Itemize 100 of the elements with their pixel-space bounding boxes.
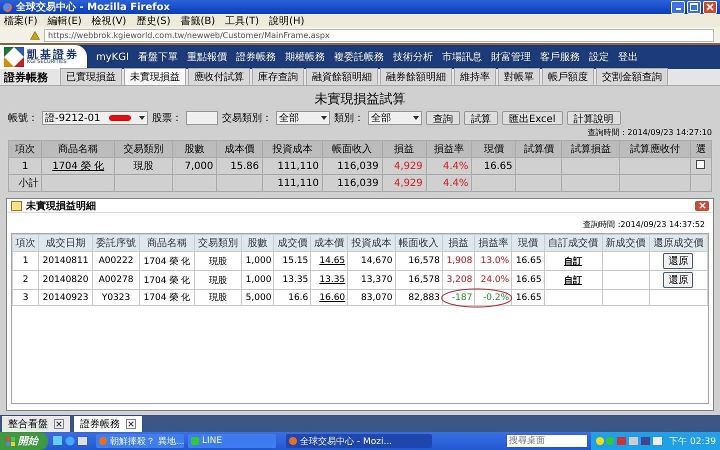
table-cell: 111,110 [262, 174, 322, 192]
profit-loss-value: 3,208 [446, 275, 472, 285]
column-header: 成交價 [274, 234, 311, 252]
close-icon[interactable] [54, 419, 64, 429]
caret-icon [321, 116, 327, 120]
table-cell: 16,578 [395, 270, 442, 290]
column-header: 股數 [242, 234, 274, 252]
table-cell: 7,000 [172, 158, 217, 174]
section-title: 證券帳務 [4, 70, 48, 84]
menu-item[interactable]: 編輯(E) [48, 14, 82, 28]
taskbar-button[interactable]: 全球交易中心 - Mozi... [286, 434, 432, 448]
nav-link[interactable]: 客戶服務 [540, 50, 580, 64]
field-label: 股票： [152, 112, 182, 125]
nav-link[interactable]: 期權帳務 [284, 50, 325, 64]
taskbar-button[interactable]: LINE [188, 434, 276, 448]
table-cell: 小計 [8, 174, 42, 192]
column-header: 股數 [172, 140, 217, 158]
tab[interactable]: 應收付試算 [188, 68, 250, 85]
action-button[interactable]: 匯出Excel [502, 111, 562, 125]
start-button[interactable]: 開始 [0, 432, 48, 450]
menu-item[interactable]: 書籤(B) [180, 14, 216, 28]
column-header: 交易類別 [194, 234, 242, 252]
table-cell: 116,039 [322, 158, 382, 174]
table-cell: 1,000 [242, 270, 274, 290]
url-field[interactable]: https://webbrok.kgieworld.com.tw/newweb/Customer/MainFrame.aspx [44, 28, 714, 42]
table-cell: 83,070 [348, 290, 396, 306]
menu-item[interactable]: 歷史(S) [136, 14, 170, 28]
column-header: 試算應收付 [620, 140, 690, 158]
maximize-button[interactable] [687, 0, 701, 14]
nav-link[interactable]: 市場訊息 [442, 50, 482, 64]
custom-link[interactable]: 自訂 [564, 256, 582, 266]
close-icon [706, 3, 714, 11]
browser-tab[interactable]: 整合看盤 [2, 416, 70, 432]
action-button[interactable]: 試算 [464, 111, 498, 125]
close-icon[interactable] [126, 419, 136, 429]
taskbar-button[interactable]: 朝鮮捧殺？ 異地... [96, 434, 184, 448]
table-cell: 4,929 [382, 174, 426, 192]
action-button[interactable]: 計算說明 [566, 111, 620, 125]
table-cell: 13.35 [274, 270, 311, 290]
table-cell: 20140820 [38, 270, 92, 290]
table-cell: 5,000 [242, 290, 274, 306]
tab[interactable]: 已實現損益 [60, 68, 122, 85]
column-header: 損益 [442, 234, 475, 252]
action-button[interactable]: 查詢 [426, 111, 460, 125]
table-cell: Y0323 [92, 290, 140, 306]
query-time: 查詢時間 :2014/09/23 14:37:52 [582, 219, 706, 231]
clock: 下午 02:39 [669, 436, 716, 448]
nav-link[interactable]: myKGI [96, 52, 129, 62]
nav-link[interactable]: 登出 [618, 50, 638, 64]
column-header: 選 [690, 140, 712, 158]
table-cell: 1704 榮 化 [140, 290, 194, 306]
browser-logo-icon [3, 2, 12, 12]
table-cell: 82,883 [395, 290, 442, 306]
field-label: 交易類別： [222, 112, 272, 125]
minimize-button[interactable] [671, 0, 685, 14]
column-header: 還原成交價 [649, 234, 708, 252]
nav-link[interactable]: 看盤下單 [138, 50, 178, 64]
table-cell: 4.4% [426, 174, 472, 192]
tab[interactable]: 融券餘額明細 [380, 68, 452, 85]
column-header: 帳面收入 [395, 234, 442, 252]
tab[interactable]: 對帳單 [498, 68, 540, 85]
close-button[interactable] [703, 0, 717, 14]
menu-item[interactable]: 說明(H) [269, 14, 304, 28]
tab[interactable]: 庫存查詢 [252, 68, 304, 85]
nav-link[interactable]: 財富管理 [490, 50, 531, 64]
table-cell: 1,000 [242, 252, 274, 270]
table-cell: 16.6 [274, 290, 311, 306]
table-cell: 24.0% [474, 270, 512, 290]
nav-link[interactable]: 技術分析 [392, 50, 433, 64]
table-cell: 1704 榮 化 [140, 270, 194, 290]
close-button[interactable] [695, 200, 709, 210]
window-title: 全球交易中心 - Mozilla Firefox [16, 0, 171, 14]
tab[interactable]: 交割金額查詢 [596, 68, 668, 85]
tab[interactable]: 未實現損益 [124, 68, 186, 85]
restore-button[interactable]: 還原 [663, 272, 694, 288]
restore-button[interactable]: 還原 [663, 253, 694, 269]
table-cell: 3 [12, 290, 39, 306]
account-dropdown[interactable]: 證-9212-01 [42, 111, 148, 125]
nav-link[interactable]: 重點報價 [186, 50, 227, 64]
tab[interactable]: 帳戶額度 [542, 68, 594, 85]
menu-item[interactable]: 檢視(V) [92, 14, 126, 28]
tab[interactable]: 維持率 [454, 68, 496, 85]
checkbox[interactable] [696, 160, 706, 169]
nav-link[interactable]: 複委託帳務 [334, 50, 384, 64]
trade-type-dropdown[interactable]: 全部 [276, 111, 330, 125]
warning-icon [30, 30, 40, 40]
menu-item[interactable]: 工具(T) [225, 14, 260, 28]
stock-input-field[interactable] [186, 111, 218, 125]
table-cell: 15.86 [216, 158, 263, 174]
tab[interactable]: 融資餘額明細 [306, 68, 378, 85]
nav-link[interactable]: 證券帳務 [236, 50, 276, 64]
table-cell: 16.65 [512, 270, 544, 290]
custom-link[interactable]: 自訂 [564, 276, 582, 286]
menu-item[interactable]: 檔案(F) [4, 14, 38, 28]
table-cell: 20140811 [38, 252, 92, 270]
category-dropdown[interactable]: 全部 [368, 111, 422, 125]
nav-link[interactable]: 設定 [588, 50, 609, 64]
table-cell: 4.4% [426, 158, 472, 174]
column-header: 商品名稱 [140, 234, 194, 252]
browser-tab[interactable]: 證券帳務 [74, 416, 142, 432]
